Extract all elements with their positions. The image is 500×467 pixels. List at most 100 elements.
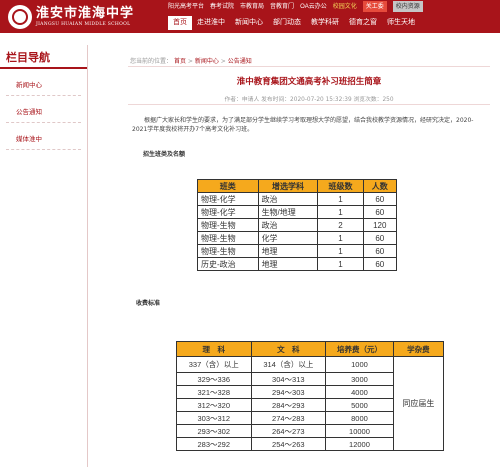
col-header: 文 科 <box>250 341 327 357</box>
table-row: 物理-化学 政治 1 60 <box>197 192 398 206</box>
table-cell: 60 <box>362 244 398 258</box>
table-cell: 地理 <box>257 257 319 271</box>
table-cell: 264～273 <box>250 424 327 438</box>
breadcrumb-prefix: 您当前的位置： <box>130 58 173 65</box>
col-header: 增选学科 <box>257 179 319 193</box>
breadcrumb-home[interactable]: 首页 <box>174 58 186 65</box>
table-cell: 1 <box>317 231 364 245</box>
section-heading-classes: 招生班类及名额 <box>143 151 186 158</box>
article-title: 淮中教育集团文通高考补习班招生简章 <box>236 77 382 87</box>
toplink-oa[interactable]: OA云办公 <box>300 1 327 12</box>
table-cell: 物理-生物 <box>197 244 259 258</box>
nav-about[interactable]: 走进淮中 <box>192 16 230 30</box>
fee-table: 理 科 文 科 培养费（元） 学杂费 337（含）以上 314（含）以上 100… <box>176 341 445 451</box>
site-header: 淮安市淮海中学 JIANGSU HUAIAN MIDDLE SCHOOL 阳光高… <box>0 0 500 33</box>
table-cell: 3000 <box>325 372 394 386</box>
nav-departments[interactable]: 部门动态 <box>268 16 306 30</box>
table-cell: 物理-生物 <box>197 218 259 232</box>
table-cell: 321～328 <box>176 385 252 399</box>
col-header: 培养费（元） <box>325 341 394 357</box>
table-cell: 2 <box>317 218 364 232</box>
table-cell: 294～303 <box>250 385 327 399</box>
table-cell: 60 <box>362 257 398 271</box>
nav-community[interactable]: 师生天地 <box>382 16 420 30</box>
table-row: 物理-生物 地理 1 60 <box>197 244 398 258</box>
table-cell: 物理-化学 <box>197 192 259 206</box>
toplink-edu-bureau[interactable]: 市教育局 <box>240 1 264 12</box>
toplink-edu-dept[interactable]: 音教育门 <box>270 1 294 12</box>
table-cell: 304～313 <box>250 372 327 386</box>
toplink-exam[interactable]: 春考试院 <box>210 1 234 12</box>
table-cell: 1 <box>317 192 364 206</box>
table-header-row: 班类 增选学科 班级数 人数 <box>197 179 398 193</box>
nav-moral[interactable]: 德育之窗 <box>344 16 382 30</box>
breadcrumb-news[interactable]: 新闻中心 <box>195 58 219 65</box>
top-links: 阳光高考平台 春考试院 市教育局 音教育门 OA云办公 校园文化 关工委 校内资… <box>168 1 423 12</box>
sidebar-item-news[interactable]: 新闻中心 <box>6 69 81 96</box>
table-cell: 60 <box>362 192 398 206</box>
table-header-row: 理 科 文 科 培养费（元） 学杂费 <box>176 341 445 357</box>
table-cell: 293～302 <box>176 424 252 438</box>
table-cell: 物理-生物 <box>197 231 259 245</box>
table-row: 337（含）以上 314（含）以上 1000 同应届生 <box>176 356 445 451</box>
table-cell: 历史-政治 <box>197 257 259 271</box>
table-cell: 120 <box>362 218 398 232</box>
article-meta: 作者：申请人 发布时间：2020-07-20 15:32:39 浏览次数：250 <box>224 97 394 103</box>
table-cell: 10000 <box>325 424 394 438</box>
sidebar: 栏目导航 新闻中心 公告通知 媒体淮中 <box>0 45 88 467</box>
table-cell: 政治 <box>257 192 319 206</box>
table-cell: 337（含）以上 <box>176 356 252 373</box>
toplink-resources[interactable]: 校内资源 <box>392 1 423 12</box>
school-seal-icon <box>8 5 32 29</box>
sidebar-item-notices[interactable]: 公告通知 <box>6 96 81 123</box>
breadcrumb-sep: > <box>220 58 226 65</box>
table-cell: 60 <box>362 231 398 245</box>
table-row: 历史-政治 地理 1 60 <box>197 257 398 271</box>
table-cell: 274～283 <box>250 411 327 425</box>
divider <box>128 104 490 105</box>
class-quota-table: 班类 增选学科 班级数 人数 物理-化学 政治 1 60 物理-化学 生物/地理… <box>197 179 398 271</box>
sidebar-title: 栏目导航 <box>0 45 87 69</box>
table-cell: 284～293 <box>250 398 327 412</box>
breadcrumb: 您当前的位置： 首页 > 新闻中心 > 公告通知 <box>130 56 252 65</box>
col-header: 班级数 <box>317 179 364 193</box>
table-cell: 303～312 <box>176 411 252 425</box>
table-cell: 化学 <box>257 231 319 245</box>
table-cell: 物理-化学 <box>197 205 259 219</box>
nav-teaching[interactable]: 教学科研 <box>306 16 344 30</box>
divider <box>128 66 490 67</box>
table-cell: 政治 <box>257 218 319 232</box>
table-cell: 1 <box>317 257 364 271</box>
col-header: 班类 <box>197 179 259 193</box>
table-cell: 312～320 <box>176 398 252 412</box>
school-logo[interactable]: 淮安市淮海中学 JIANGSU HUAIAN MIDDLE SCHOOL <box>8 3 150 31</box>
col-header: 学杂费 <box>392 341 445 357</box>
table-cell: 地理 <box>257 244 319 258</box>
table-cell: 1000 <box>325 356 394 373</box>
table-cell: 283～292 <box>176 437 252 451</box>
breadcrumb-notice[interactable]: 公告通知 <box>228 58 252 65</box>
logo-name: 淮安市淮海中学 <box>36 5 135 21</box>
table-cell: 4000 <box>325 385 394 399</box>
toplink-culture[interactable]: 校园文化 <box>333 1 357 12</box>
table-cell: 1 <box>317 205 364 219</box>
nav-home[interactable]: 首页 <box>168 16 192 30</box>
table-cell: 60 <box>362 205 398 219</box>
logo-subtitle: JIANGSU HUAIAN MIDDLE SCHOOL <box>36 21 131 27</box>
table-cell: 5000 <box>325 398 394 412</box>
col-header: 理 科 <box>176 341 252 357</box>
table-cell: 254～263 <box>250 437 327 451</box>
table-cell: 生物/地理 <box>257 205 319 219</box>
article-body: 根据广大家长和学生的要求，为了满足部分学生继续学习考取理想大学的愿望，结合我校教… <box>132 116 488 134</box>
sidebar-item-media[interactable]: 媒体淮中 <box>6 123 81 150</box>
toplink-committee[interactable]: 关工委 <box>362 1 387 12</box>
nav-news[interactable]: 新闻中心 <box>230 16 268 30</box>
article-paragraph: 根据广大家长和学生的要求，为了满足部分学生继续学习考取理想大学的愿望，结合我校教… <box>132 117 474 133</box>
table-row: 物理-化学 生物/地理 1 60 <box>197 205 398 219</box>
table-row: 物理-生物 化学 1 60 <box>197 231 398 245</box>
section-heading-fees: 收费标准 <box>136 300 161 307</box>
toplink-gaokao[interactable]: 阳光高考平台 <box>168 1 204 12</box>
main-nav: 首页 走进淮中 新闻中心 部门动态 教学科研 德育之窗 师生天地 <box>168 16 420 32</box>
breadcrumb-sep: > <box>187 58 193 65</box>
misc-fee-cell: 同应届生 <box>392 356 445 451</box>
